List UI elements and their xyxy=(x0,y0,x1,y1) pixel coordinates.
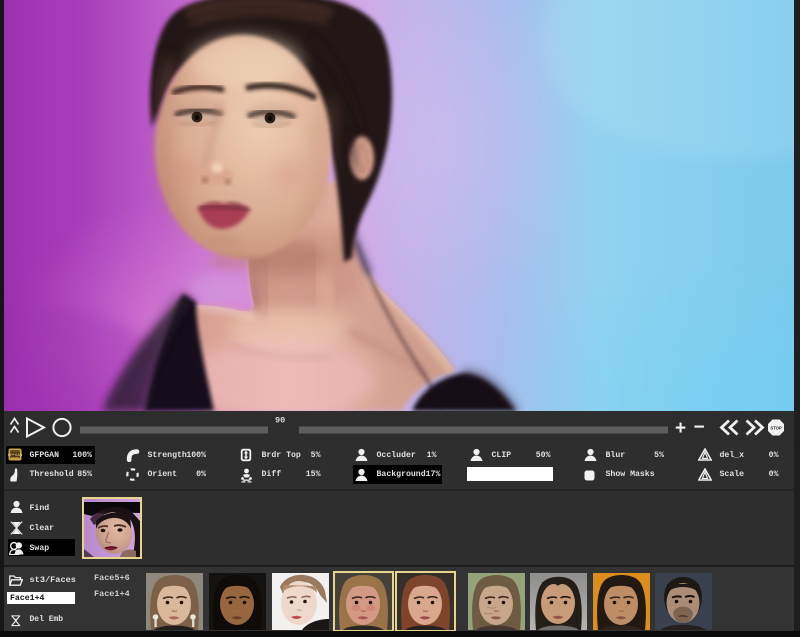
svg-text:STOP: STOP xyxy=(770,425,782,430)
svg-text:−: − xyxy=(694,417,705,438)
svg-text:90: 90 xyxy=(275,416,285,426)
svg-text:+: + xyxy=(675,418,686,439)
